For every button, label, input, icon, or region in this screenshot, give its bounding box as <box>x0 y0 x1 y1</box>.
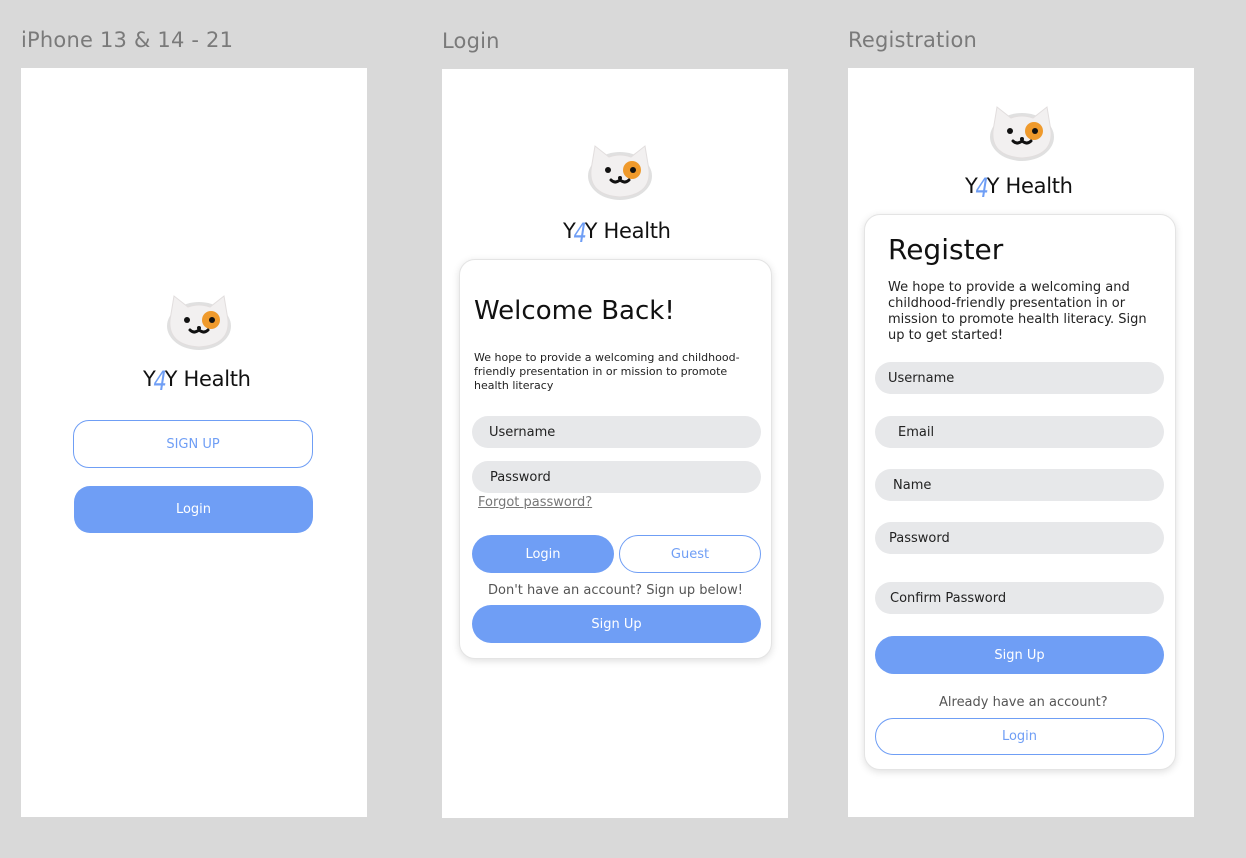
brand-name: Health <box>183 367 251 391</box>
login-description: We hope to provide a welcoming and child… <box>474 351 740 392</box>
signup-button[interactable]: Sign Up <box>875 636 1164 674</box>
login-button[interactable]: Login <box>74 486 313 533</box>
registration-frame: Y4Y Health Register We hope to provide a… <box>848 68 1194 817</box>
username-field[interactable]: Username <box>472 416 761 448</box>
forgot-password-link[interactable]: Forgot password? <box>478 495 592 510</box>
splash-frame: Y4Y Health SIGN UP Login <box>21 68 367 817</box>
login-frame: Y4Y Health Welcome Back! We hope to prov… <box>442 69 788 818</box>
register-title: Register <box>888 233 1004 266</box>
login-title: Welcome Back! <box>474 296 675 326</box>
frame-label-login: Login <box>442 29 500 53</box>
frame-label-registration: Registration <box>848 28 978 52</box>
register-card: Register We hope to provide a welcoming … <box>864 214 1176 770</box>
username-placeholder: Username <box>888 370 955 386</box>
brand-four: 4 <box>153 366 167 396</box>
email-placeholder: Email <box>898 424 935 440</box>
brand-name: Health <box>603 219 671 243</box>
guest-button[interactable]: Guest <box>619 535 761 573</box>
login-button[interactable]: Login <box>472 535 614 573</box>
name-field[interactable]: Name <box>875 469 1164 501</box>
confirm-password-placeholder: Confirm Password <box>890 590 1007 606</box>
signup-button[interactable]: Sign Up <box>472 605 761 643</box>
name-placeholder: Name <box>893 477 932 493</box>
cat-logo-icon <box>987 101 1057 163</box>
no-account-text: Don't have an account? Sign up below! <box>488 583 743 598</box>
email-field[interactable]: Email <box>875 416 1164 448</box>
password-placeholder: Password <box>490 469 551 485</box>
have-account-text: Already have an account? <box>939 695 1108 710</box>
frame-label-splash: iPhone 13 & 14 - 21 <box>21 28 234 52</box>
brand-four: 4 <box>975 173 989 203</box>
register-description: We hope to provide a welcoming and child… <box>888 280 1147 343</box>
cat-logo-icon <box>585 140 655 202</box>
username-field[interactable]: Username <box>875 362 1164 394</box>
username-placeholder: Username <box>489 424 556 440</box>
password-placeholder: Password <box>889 530 950 546</box>
cat-logo-icon <box>164 290 234 352</box>
login-button[interactable]: Login <box>875 718 1164 755</box>
password-field[interactable]: Password <box>472 461 761 493</box>
password-field[interactable]: Password <box>875 522 1164 554</box>
brand-four: 4 <box>573 218 587 248</box>
brand-logo: Y4Y Health <box>965 173 1073 203</box>
brand-logo: Y4Y Health <box>143 366 251 396</box>
brand-logo: Y4Y Health <box>563 218 671 248</box>
brand-name: Health <box>1005 174 1073 198</box>
login-card: Welcome Back! We hope to provide a welco… <box>459 259 772 659</box>
confirm-password-field[interactable]: Confirm Password <box>875 582 1164 614</box>
signup-button[interactable]: SIGN UP <box>73 420 313 468</box>
